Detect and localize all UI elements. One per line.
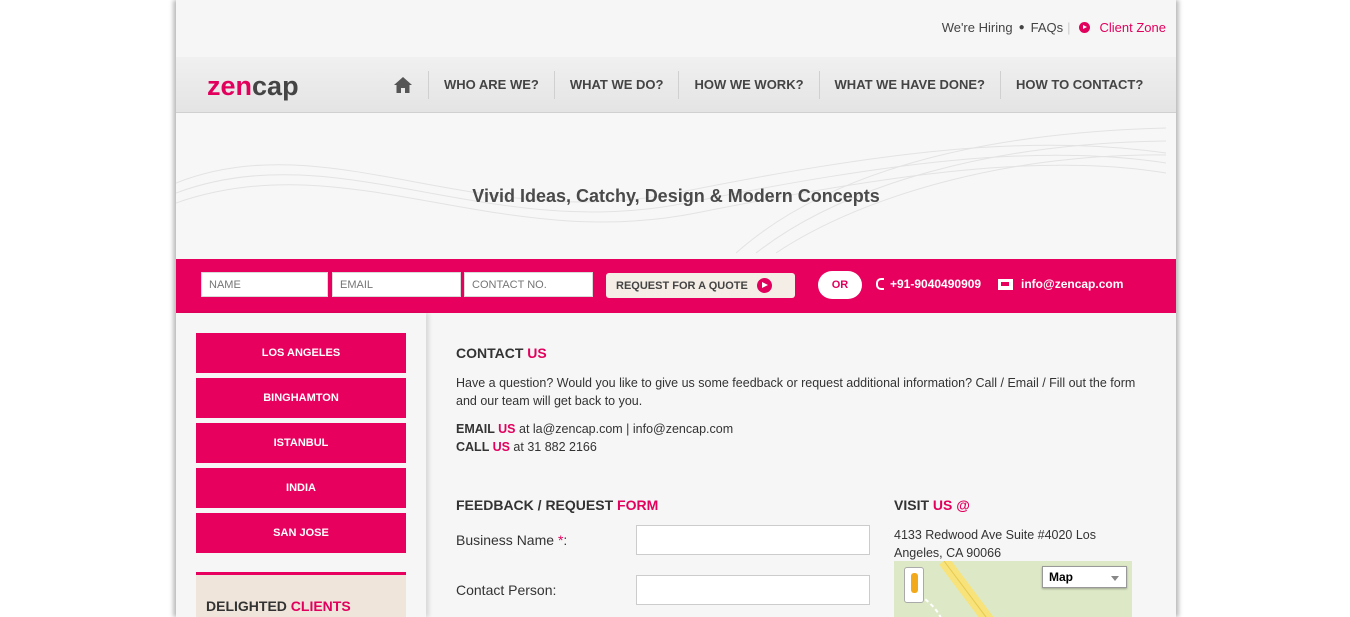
delighted-clients-title: DELIGHTED CLIENTS [206,598,351,614]
quote-email-text: info@zencap.com [1021,277,1124,291]
play-circle-icon [756,278,772,293]
visit-title-a: VISIT [894,497,933,513]
mail-icon [998,278,1013,290]
map-type-label: Map [1049,570,1073,584]
quote-email[interactable]: info@zencap.com [998,277,1123,291]
client-zone-label: Client Zone [1099,20,1166,35]
sidebar-item-istanbul[interactable]: ISTANBUL [196,423,406,463]
bar-separator: | [1067,20,1071,35]
contact-title-b: US [527,345,547,361]
page-container: We're Hiring ● FAQs | Client Zone zencap… [176,0,1176,617]
sidebar-item-india[interactable]: INDIA [196,468,406,508]
visit-title: VISIT US @ [894,497,970,513]
quote-email-input[interactable] [332,272,461,297]
quote-contact-input[interactable] [464,272,593,297]
main-nav-bar: zencap WHO ARE WE? WHAT WE DO? HOW WE WO… [176,57,1176,113]
faqs-link[interactable]: FAQs [1031,20,1064,35]
email-label: EMAIL [456,422,499,436]
clients-title-a: DELIGHTED [206,598,291,614]
zencap-logo[interactable]: zencap [207,71,299,102]
phone-icon [876,278,884,290]
quote-phone[interactable]: +91-9040490909 [876,277,981,291]
form-title-b: FORM [617,497,659,513]
email-us: US [498,422,516,436]
form-title-a: FEEDBACK / REQUEST [456,497,618,513]
contact-title-a: CONTACT [456,345,528,361]
location-map[interactable]: Map [894,561,1132,617]
business-label-text: Business Name [456,532,558,548]
email-line: EMAIL US at la@zencap.com | info@zencap.… [456,420,1156,438]
visit-title-b: US @ [932,497,970,513]
call-label: CALL [456,440,493,454]
home-link[interactable] [381,71,428,99]
nav-how-we-work[interactable]: HOW WE WORK? [678,71,818,99]
contact-intro: Have a question? Would you like to give … [456,376,1136,408]
hero-banner: Vivid Ideas, Catchy, Design & Modern Con… [176,113,1176,259]
email-text[interactable]: at la@zencap.com | info@zencap.com [516,422,733,436]
quote-bar: REQUEST FOR A QUOTE OR +91-9040490909 in… [176,259,1176,313]
business-name-input[interactable] [636,525,870,555]
request-quote-label: REQUEST FOR A QUOTE [616,279,748,292]
client-zone-link[interactable]: Client Zone [1078,20,1166,35]
logo-text-cap: cap [252,71,299,101]
call-us: US [492,440,510,454]
clients-title-b: CLIENTS [290,598,351,614]
map-type-select[interactable]: Map [1042,566,1127,588]
call-line: CALL US at 31 882 2166 [456,438,1156,456]
street-view-pegman-icon[interactable] [904,567,924,603]
home-icon [394,77,412,93]
chevron-down-icon [1111,576,1119,581]
nav-how-to-contact[interactable]: HOW TO CONTACT? [999,71,1158,99]
hiring-link[interactable]: We're Hiring [942,20,1013,35]
business-name-label: Business Name *: [456,532,567,548]
hero-tagline: Vivid Ideas, Catchy, Design & Modern Con… [472,186,880,206]
play-circle-icon [1078,22,1090,33]
nav-what-we-have-done[interactable]: WHAT WE HAVE DONE? [818,71,1000,99]
nav-who-are-we[interactable]: WHO ARE WE? [428,71,554,99]
top-bar: We're Hiring ● FAQs | Client Zone [176,0,1176,57]
delighted-clients-box: DELIGHTED CLIENTS [196,572,406,617]
contact-title: CONTACT US [456,345,547,361]
visit-address: 4133 Redwood Ave Suite #4020 Los Angeles… [894,528,1097,560]
quote-phone-text: +91-9040490909 [890,277,982,291]
business-label-colon: : [563,532,568,548]
main-nav: WHO ARE WE? WHAT WE DO? HOW WE WORK? WHA… [381,57,1158,113]
dot-separator: ● [1018,22,1025,33]
sidebar-item-san-jose[interactable]: SAN JOSE [196,513,406,553]
request-quote-button[interactable]: REQUEST FOR A QUOTE [606,273,795,298]
call-text: at 31 882 2166 [509,440,597,454]
sidebar-item-los-angeles[interactable]: LOS ANGELES [196,333,406,373]
or-badge: OR [818,271,862,299]
nav-what-we-do[interactable]: WHAT WE DO? [553,71,679,99]
logo-text-ze: ze [207,71,236,101]
contact-person-input[interactable] [636,575,870,605]
sidebar-item-binghamton[interactable]: BINGHAMTON [196,378,406,418]
sidebar: LOS ANGELES BINGHAMTON ISTANBUL INDIA SA… [176,313,426,617]
quote-name-input[interactable] [201,272,328,297]
top-links: We're Hiring ● FAQs | Client Zone [942,20,1166,35]
contact-person-label: Contact Person: [456,582,557,598]
logo-text-n: n [235,71,253,101]
feedback-form-title: FEEDBACK / REQUEST FORM [456,497,658,513]
